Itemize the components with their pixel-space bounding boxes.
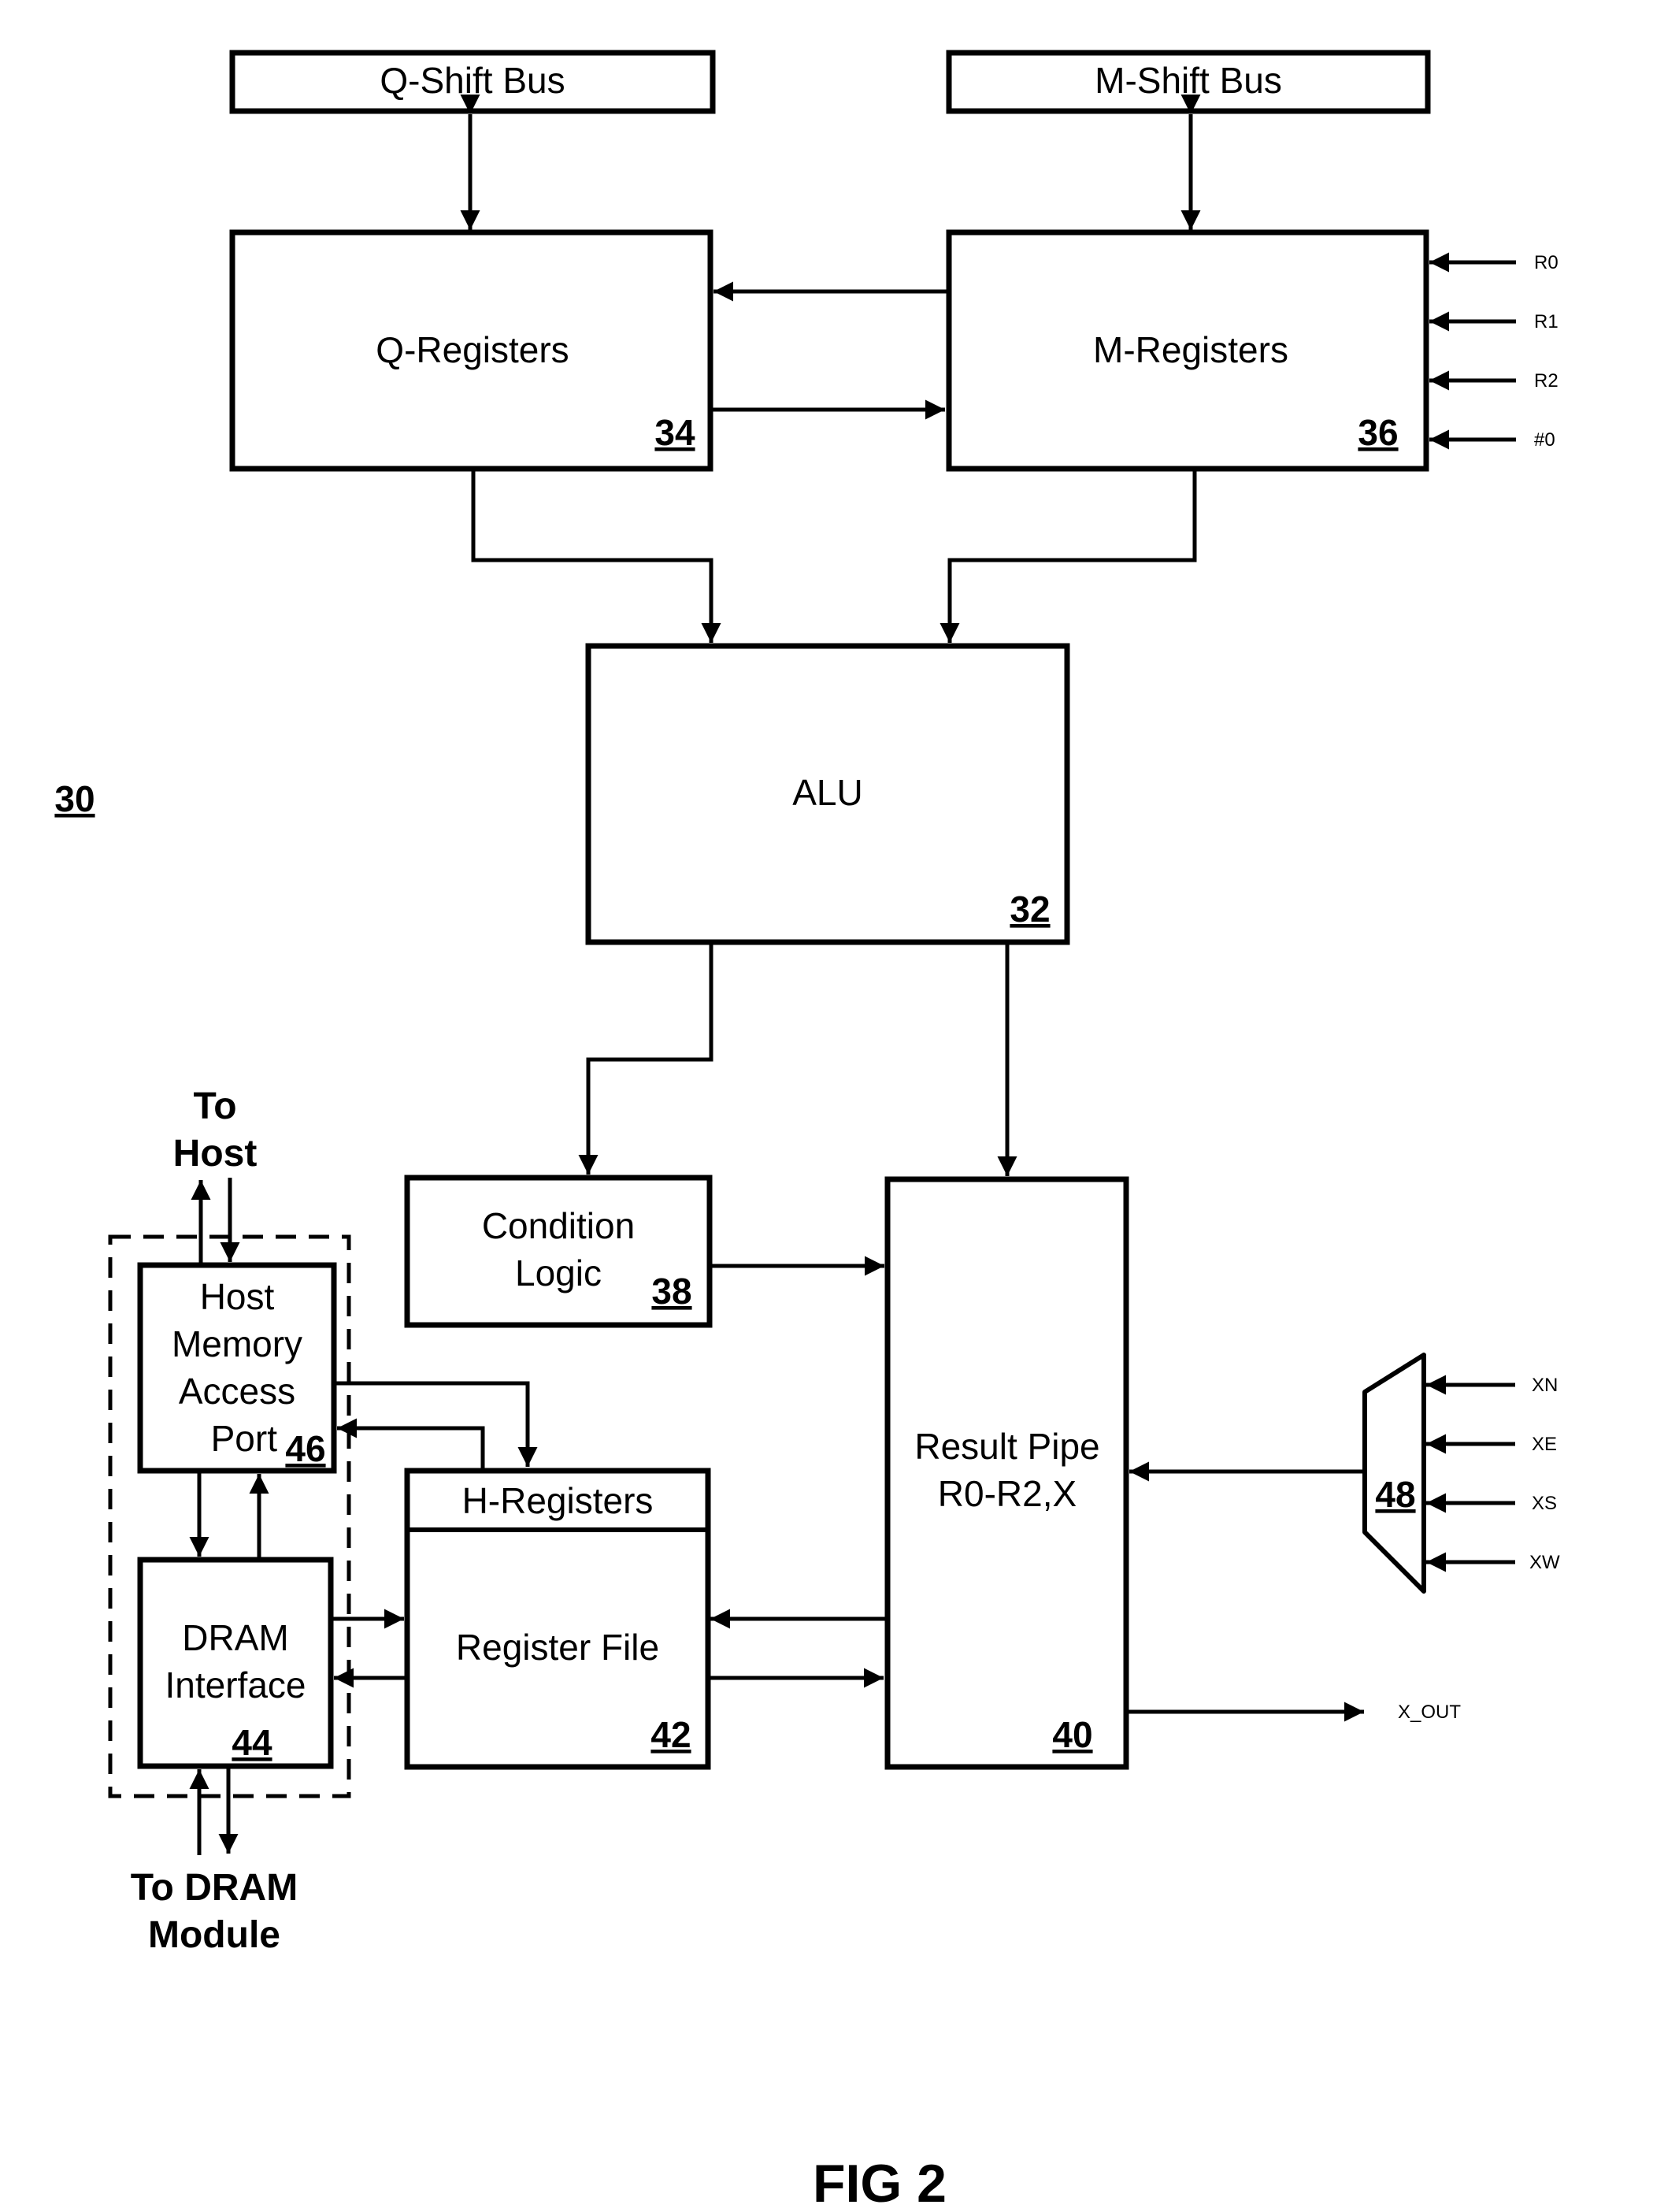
hreg-to-hmap-wire	[337, 1418, 485, 1471]
condition-logic-line1: Condition	[482, 1205, 635, 1246]
m-registers-label: M-Registers	[1093, 329, 1288, 370]
condition-logic: Condition Logic 38	[404, 1175, 713, 1328]
alu-label: ALU	[792, 772, 862, 813]
q-to-alu-wire	[471, 471, 721, 643]
result-pipe-line2: R0-R2,X	[938, 1473, 1077, 1514]
block-diagram: Q-Shift Bus M-Shift Bus Q-Registers 34 M…	[54, 50, 1560, 2212]
input-xs: XS	[1532, 1493, 1557, 1514]
dram-line2: Interface	[165, 1665, 306, 1705]
input-r0: R0	[1534, 252, 1558, 273]
m-register-inputs: R0 R1 R2 #0	[1429, 252, 1558, 451]
hmap-line1: Host	[200, 1276, 275, 1317]
m-registers-ref: 36	[1358, 412, 1398, 453]
hmap-ref: 46	[285, 1428, 325, 1469]
x-out-label: X_OUT	[1398, 1702, 1461, 1723]
q-registers-label: Q-Registers	[376, 329, 569, 370]
q-shift-bus-label: Q-Shift Bus	[380, 60, 565, 101]
host-memory-access-port: Host Memory Access Port 46	[137, 1262, 337, 1474]
q-registers-ref: 34	[654, 412, 695, 453]
mux-ref: 48	[1375, 1474, 1415, 1515]
dram-line1: DRAM	[182, 1617, 288, 1658]
register-file-ref: 42	[650, 1714, 691, 1755]
m-to-alu-wire	[940, 471, 1197, 643]
input-xn: XN	[1532, 1375, 1558, 1396]
input-xe: XE	[1532, 1434, 1557, 1455]
alu: ALU 32	[585, 643, 1070, 945]
result-pipe-line1: Result Pipe	[914, 1426, 1099, 1467]
q-shift-bus: Q-Shift Bus	[229, 50, 716, 114]
alu-to-condition-wire	[578, 945, 713, 1175]
input-r2: R2	[1534, 370, 1558, 392]
register-file: H-Registers Register File 42	[404, 1468, 711, 1770]
condition-logic-ref: 38	[651, 1271, 691, 1312]
to-dram-line2: Module	[148, 1914, 280, 1956]
alu-ref: 32	[1010, 889, 1050, 930]
hmap-line2: Memory	[172, 1323, 302, 1364]
to-dram-line1: To DRAM	[131, 1867, 298, 1909]
hmap-to-hreg-wire	[335, 1381, 538, 1467]
q-registers: Q-Registers 34	[229, 229, 713, 472]
m-shift-bus: M-Shift Bus	[946, 50, 1431, 114]
mux: 48	[1362, 1353, 1426, 1594]
figure-caption: FIG 2	[813, 2154, 947, 2212]
hmap-line3: Access	[179, 1371, 295, 1412]
register-file-label: Register File	[456, 1627, 659, 1668]
figure-ref: 30	[54, 778, 95, 819]
to-host-line1: To	[193, 1086, 236, 1127]
input-xw: XW	[1529, 1552, 1560, 1573]
result-pipe: Result Pipe R0-R2,X 40	[884, 1176, 1129, 1770]
h-registers-label: H-Registers	[462, 1480, 654, 1521]
hmap-line4: Port	[211, 1418, 278, 1459]
m-registers: M-Registers 36	[946, 229, 1429, 472]
m-shift-bus-label: M-Shift Bus	[1095, 60, 1282, 101]
mux-inputs: XN XE XS XW	[1426, 1375, 1560, 1573]
input-zero: #0	[1534, 429, 1555, 451]
dram-interface: DRAM Interface 44	[137, 1557, 334, 1769]
result-pipe-ref: 40	[1052, 1714, 1092, 1755]
dram-ref: 44	[232, 1722, 272, 1763]
to-host-line2: Host	[173, 1133, 258, 1175]
input-r1: R1	[1534, 311, 1558, 332]
condition-logic-line2: Logic	[515, 1253, 602, 1293]
